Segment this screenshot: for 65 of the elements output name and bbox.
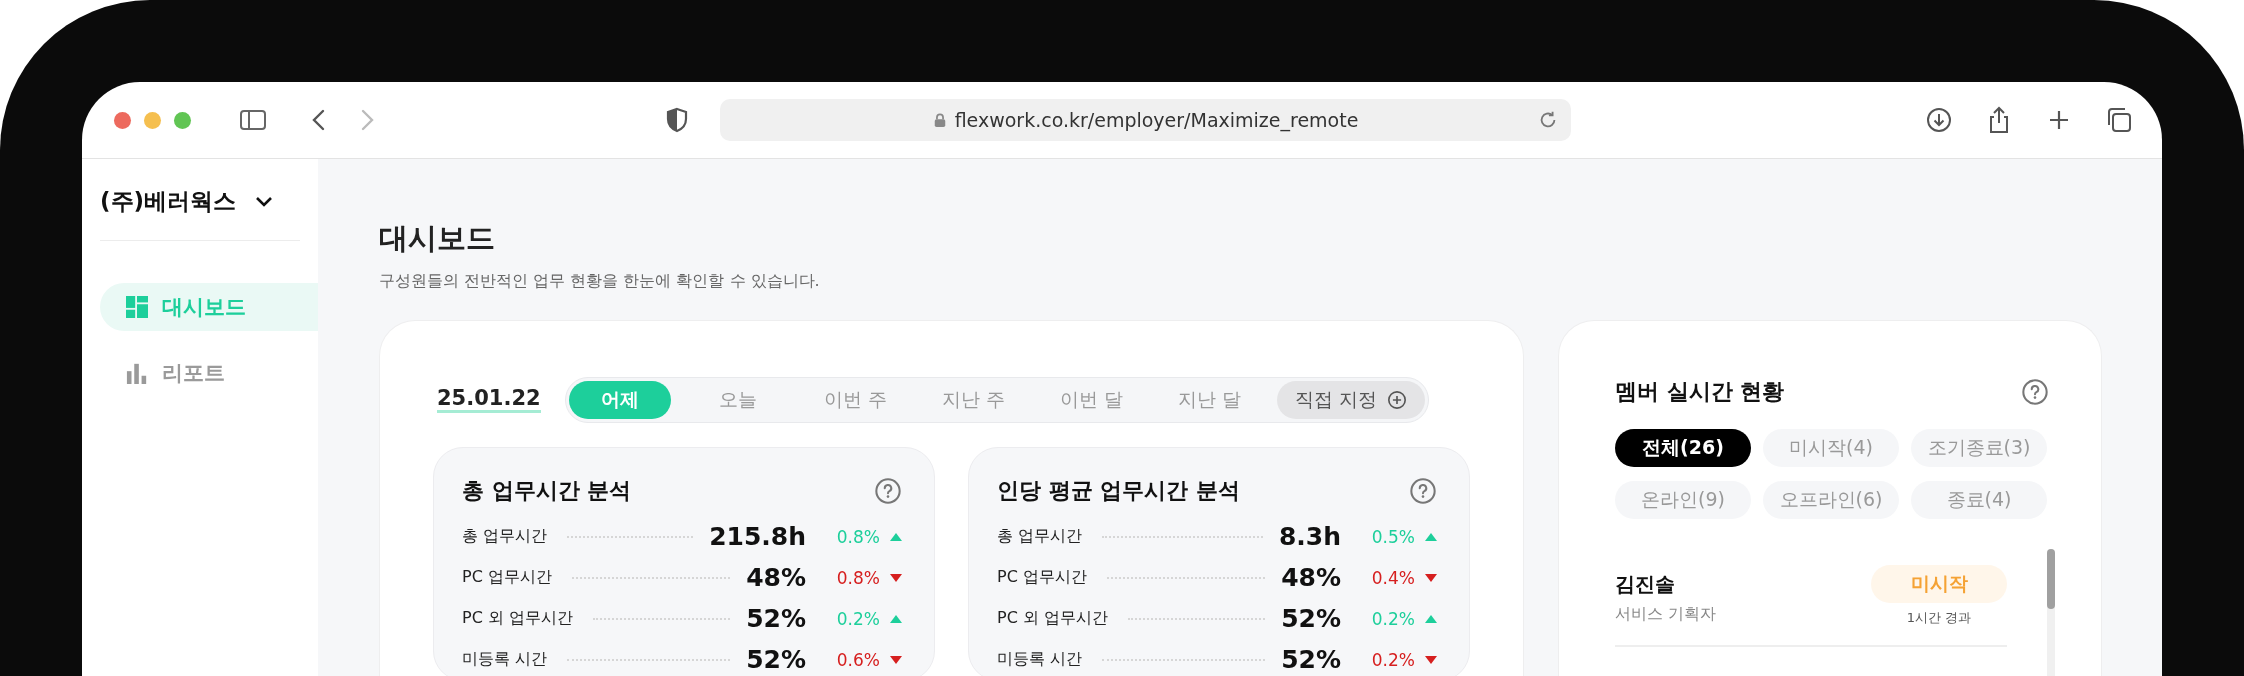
sidebar-item[interactable]: 대시보드 [100,283,318,331]
page-subtitle: 구성원들의 전반적인 업무 현황을 한눈에 확인할 수 있습니다. [379,271,821,292]
member-role: 서비스 기획자 [1615,604,1717,625]
metric-value: 52% [746,604,806,633]
metric-value: 52% [746,645,806,674]
sidebar-item-label: 대시보드 [162,294,246,321]
metric-label: 미등록 시간 [997,649,1083,670]
metric-value: 8.3h [1278,522,1341,551]
lock-icon [932,112,947,128]
company-name[interactable]: (주)베러웍스 [100,186,237,217]
period-tab[interactable]: 직접 지정 [1276,381,1425,419]
filter-chip[interactable]: 온라인(9) [1615,481,1751,519]
metric-change: 0.4% [1370,567,1415,588]
sidebar-item[interactable]: 리포트 [100,349,318,397]
filter-chip[interactable]: 전체(26) [1615,429,1751,467]
metric-value: 52% [1281,604,1341,633]
filter-chip[interactable]: 미시작(4) [1763,429,1899,467]
metric-label: 총 업무시간 [997,526,1083,547]
metric-label: PC 외 업무시간 [462,608,573,629]
bar-chart-icon [126,362,148,384]
metric-change: 0.2% [835,608,880,629]
metric-label: PC 업무시간 [462,567,552,588]
metric-value: 52% [1281,645,1341,674]
card-title: 인당 평균 업무시간 분석 [997,477,1240,505]
period-tab[interactable]: 지난 달 [1158,381,1261,419]
filter-chip[interactable]: 종료(4) [1911,481,2047,519]
url-text: flexwork.co.kr/employer/Maximize_remote [954,109,1359,131]
date-label[interactable]: 25.01.22 [437,386,541,414]
download-icon[interactable] [1924,105,1954,135]
scrollbar-thumb[interactable] [2047,549,2055,609]
sidebar-item-label: 리포트 [162,360,225,387]
page-title: 대시보드 [379,220,496,257]
metric-change: 0.8% [835,567,880,588]
status-badge: 미시작 [1871,565,2007,603]
panel-title: 멤버 실시간 현황 [1615,378,1785,406]
metric-value: 215.8h [709,522,806,551]
period-tab[interactable]: 오늘 [686,381,789,419]
metric-change: 0.8% [835,526,880,547]
help-icon[interactable] [1409,477,1437,505]
period-tab[interactable]: 이번 주 [804,381,907,419]
metric-value: 48% [1281,563,1341,592]
help-icon[interactable] [874,477,902,505]
filter-chip[interactable]: 조기종료(3) [1911,429,2047,467]
card-title: 총 업무시간 분석 [462,477,632,505]
address-bar[interactable]: flexwork.co.kr/employer/Maximize_remote [720,99,1571,141]
metric-change: 0.5% [1370,526,1415,547]
metric-label: PC 업무시간 [997,567,1087,588]
scrollbar-track[interactable] [2047,549,2055,676]
metric-label: 총 업무시간 [462,526,548,547]
help-icon[interactable] [2021,378,2049,406]
period-tab[interactable]: 이번 달 [1040,381,1143,419]
metric-label: 미등록 시간 [462,649,548,670]
close-window-button[interactable] [114,111,131,129]
filter-chip[interactable]: 오프라인(6) [1763,481,1899,519]
plus-circle-icon [1386,390,1407,410]
metric-label: PC 외 업무시간 [997,608,1108,629]
metric-change: 0.2% [1370,608,1415,629]
metric-change: 0.2% [1370,649,1415,670]
member-name: 김진솔 [1615,571,1676,598]
period-tab[interactable]: 어제 [568,381,671,419]
metric-value: 48% [746,563,806,592]
elapsed-time: 1시간 경과 [1906,609,1972,627]
dashboard-icon [126,296,148,318]
period-tab[interactable]: 지난 주 [922,381,1025,419]
metric-change: 0.6% [835,649,880,670]
